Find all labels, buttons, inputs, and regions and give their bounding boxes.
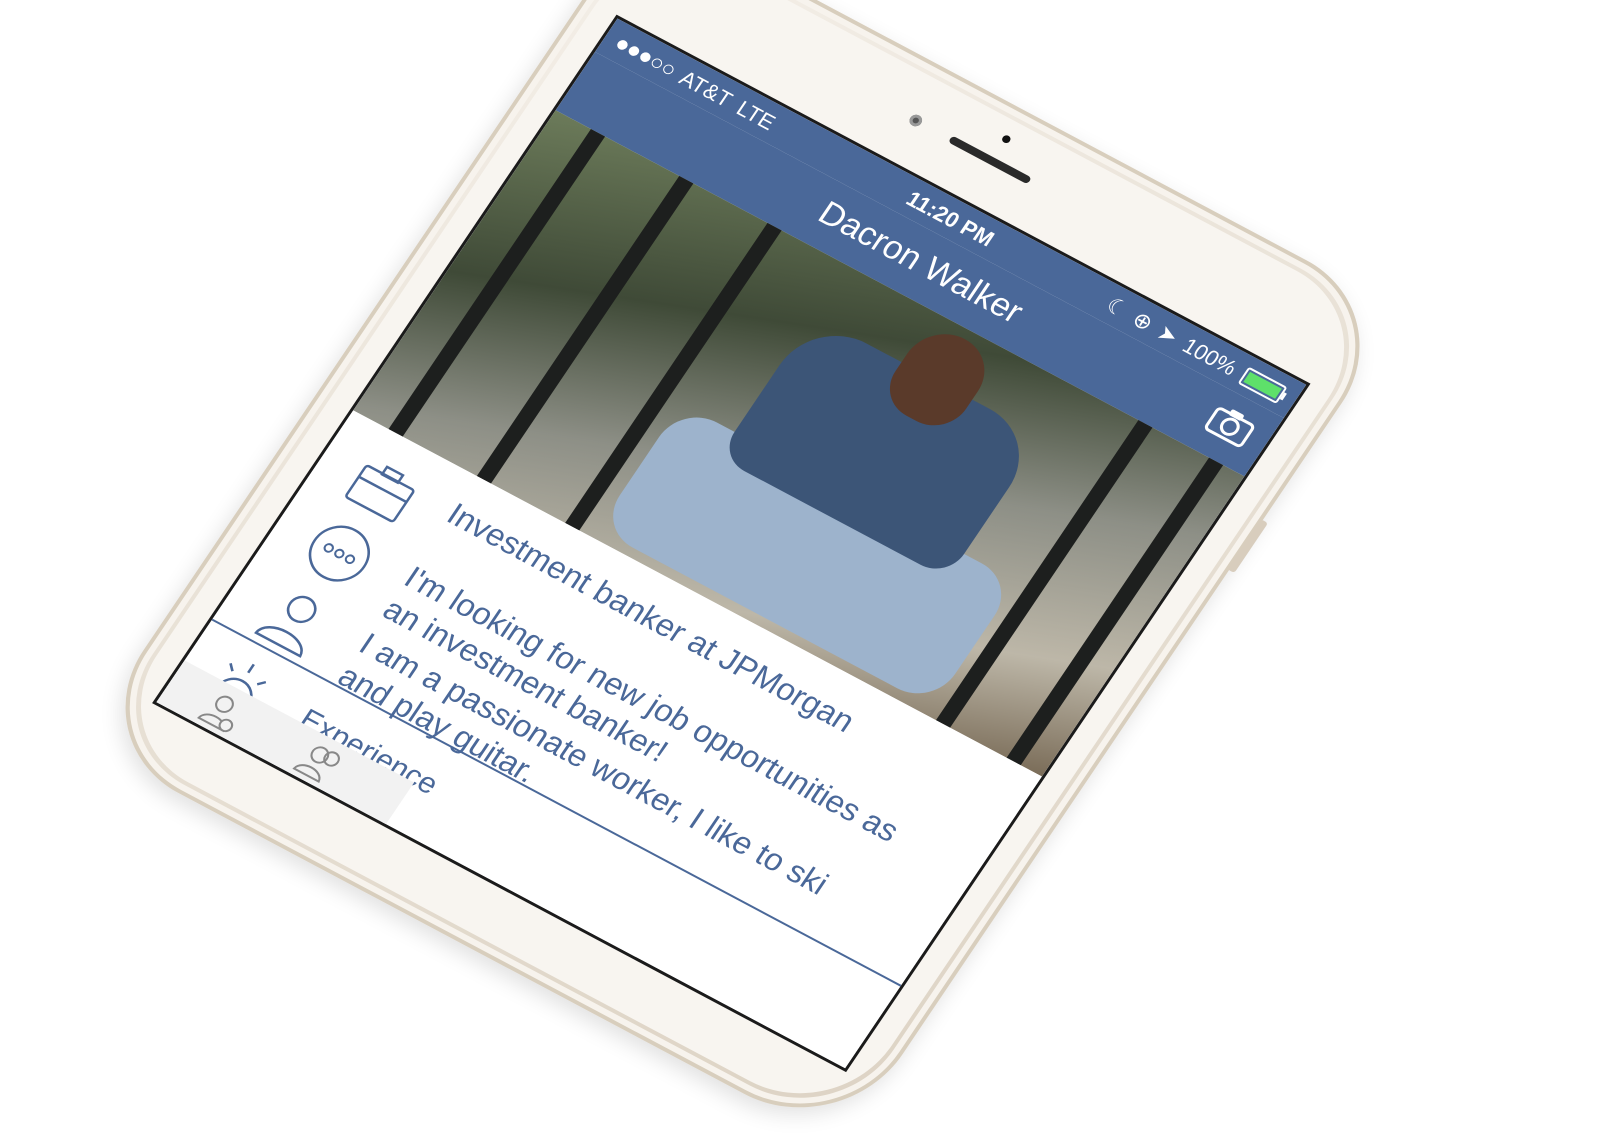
rotation-lock-icon: ⊕ xyxy=(1127,306,1159,336)
phone-screen: AT&T LTE 11:20 PM ☾ ⊕ ➤ 100% Dacron Walk… xyxy=(156,18,1307,1069)
chat-bubble-icon xyxy=(308,525,370,582)
phone-body: AT&T LTE 11:20 PM ☾ ⊕ ➤ 100% Dacron Walk… xyxy=(81,0,1404,1146)
phone-device: AT&T LTE 11:20 PM ☾ ⊕ ➤ 100% Dacron Walk… xyxy=(81,0,1404,1146)
location-arrow-icon: ➤ xyxy=(1152,319,1184,350)
